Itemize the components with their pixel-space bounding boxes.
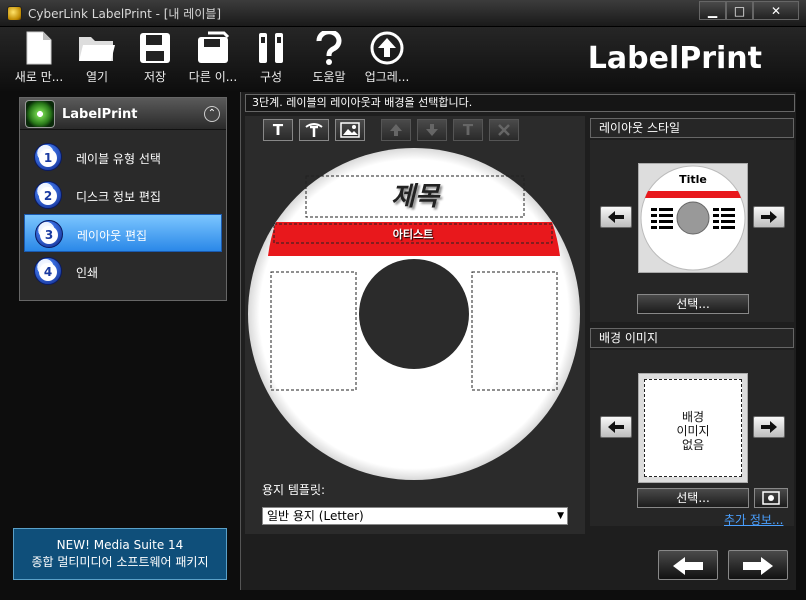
save-label: 저장 (143, 70, 167, 84)
tools-icon (259, 33, 283, 63)
step-edit-disc-info[interactable]: 2 디스크 정보 편집 (24, 176, 222, 214)
no-bg-line2: 이미지 (676, 424, 710, 438)
upgrade-label: 업그레... (364, 70, 410, 84)
no-bg-line1: 배경 (681, 410, 705, 424)
no-bg-line3: 없음 (681, 438, 705, 452)
delete-tool[interactable] (489, 119, 519, 141)
step-select-label-type[interactable]: 1 레이블 유형 선택 (24, 138, 222, 176)
step-label: 레이아웃 편집 (77, 229, 148, 243)
step-label: 인쇄 (76, 266, 99, 280)
background-image-header: 배경 이미지 (590, 328, 794, 348)
more-info-link[interactable]: 추가 정보... (724, 511, 783, 528)
disc-title-text: 제목 (391, 182, 439, 212)
new-label: 새로 만... (14, 70, 64, 84)
add-text-tool[interactable]: T (263, 119, 293, 141)
main-toolbar: 새로 만... 열기 저장 다른 이... 구성 도움말 업그레... Labe… (0, 27, 806, 91)
step-label: 레이블 유형 선택 (76, 152, 161, 166)
minimize-button[interactable]: ▁ (699, 1, 726, 20)
arrow-left-icon (608, 211, 624, 223)
move-up-tool[interactable] (381, 119, 411, 141)
layout-style-header: 레이아웃 스타일 (590, 118, 794, 138)
layout-prev-button[interactable] (600, 206, 632, 228)
edit-text-tool[interactable]: T (453, 119, 483, 141)
back-button[interactable] (658, 550, 718, 580)
delete-x-icon (498, 124, 510, 136)
background-prev-button[interactable] (600, 416, 632, 438)
upgrade-icon (370, 31, 404, 65)
step-number-badge: 1 (34, 143, 62, 171)
settings-label: 구성 (259, 70, 283, 84)
wizard-header: LabelPrint ⌃ (20, 98, 226, 130)
promo-line1: NEW! Media Suite 14 (56, 538, 184, 552)
help-button[interactable]: 도움말 (300, 31, 358, 89)
wizard-title: LabelPrint (62, 107, 138, 122)
close-button[interactable]: ✕ (753, 1, 799, 20)
disc-artist-text: 아티스트 (392, 228, 434, 241)
labelprint-disc-icon (25, 100, 55, 128)
move-down-tool[interactable] (417, 119, 447, 141)
collapse-chevron-icon[interactable]: ⌃ (204, 106, 220, 122)
background-photo-button[interactable] (754, 488, 788, 508)
next-button[interactable] (728, 550, 788, 580)
arrow-right-icon (761, 421, 777, 433)
layout-next-button[interactable] (753, 206, 785, 228)
open-label: 열기 (85, 70, 109, 84)
photo-frame-icon (762, 491, 780, 505)
layout-select-button[interactable]: 선택... (637, 294, 749, 314)
new-document-icon (26, 31, 52, 65)
background-select-button[interactable]: 선택... (637, 488, 749, 508)
save-as-label: 다른 이... (188, 70, 238, 84)
window-controls: ▁ □ ✕ (699, 1, 799, 21)
background-thumbnail[interactable]: 배경 이미지 없음 (638, 373, 748, 483)
window-title: CyberLink LabelPrint - [내 레이블] (28, 7, 222, 21)
wizard-panel: LabelPrint ⌃ 1 레이블 유형 선택 2 디스크 정보 편집 3 레… (19, 97, 227, 301)
app-icon (7, 6, 22, 21)
arrow-left-icon (673, 557, 703, 575)
no-background-placeholder: 배경 이미지 없음 (644, 379, 742, 477)
help-icon (316, 31, 342, 65)
promo-line2: 종합 멀티미디어 소프트웨어 패키지 (31, 555, 209, 569)
upgrade-button[interactable]: 업그레... (358, 31, 416, 89)
disc-hole (359, 259, 469, 369)
save-as-icon (198, 31, 230, 63)
brand-logo: LabelPrint (587, 41, 762, 76)
background-next-button[interactable] (753, 416, 785, 438)
dropdown-arrow-icon: ▼ (557, 511, 564, 521)
step-print[interactable]: 4 인쇄 (24, 252, 222, 290)
arrow-right-icon (743, 557, 773, 575)
step-number-badge: 4 (34, 257, 62, 285)
arrow-right-icon (761, 211, 777, 223)
open-folder-icon (79, 37, 115, 61)
settings-button[interactable]: 구성 (242, 31, 300, 89)
save-as-button[interactable]: 다른 이... (184, 31, 242, 89)
curved-text-icon (305, 123, 323, 137)
add-curved-text-tool[interactable] (299, 119, 329, 141)
paper-template-label: 용지 템플릿: (262, 483, 326, 497)
arrow-left-icon (608, 421, 624, 433)
step-instruction: 3단계. 레이블의 레이아웃과 배경을 선택합니다. (245, 94, 795, 112)
maximize-button[interactable]: □ (726, 1, 753, 20)
paper-template-select[interactable]: 일반 용지 (Letter) ▼ (262, 507, 568, 525)
new-button[interactable]: 새로 만... (10, 31, 68, 89)
step-number-badge: 2 (34, 181, 62, 209)
help-label: 도움말 (312, 70, 346, 84)
arrow-down-icon (426, 124, 438, 136)
step-number-badge: 3 (35, 220, 63, 248)
add-image-tool[interactable] (335, 119, 365, 141)
arrow-up-icon (390, 124, 402, 136)
promo-banner[interactable]: NEW! Media Suite 14 종합 멀티미디어 소프트웨어 패키지 (13, 528, 227, 580)
open-button[interactable]: 열기 (68, 31, 126, 89)
title-bar: CyberLink LabelPrint - [내 레이블] ▁ □ ✕ (0, 0, 806, 27)
save-disk-icon (140, 33, 170, 63)
step-label: 디스크 정보 편집 (76, 190, 161, 204)
image-icon (340, 122, 360, 138)
save-button[interactable]: 저장 (126, 31, 184, 89)
layout-thumb-title: Title (679, 173, 707, 186)
paper-template-value: 일반 용지 (Letter) (267, 509, 364, 523)
step-edit-layout[interactable]: 3 레이아웃 편집 (24, 214, 222, 252)
